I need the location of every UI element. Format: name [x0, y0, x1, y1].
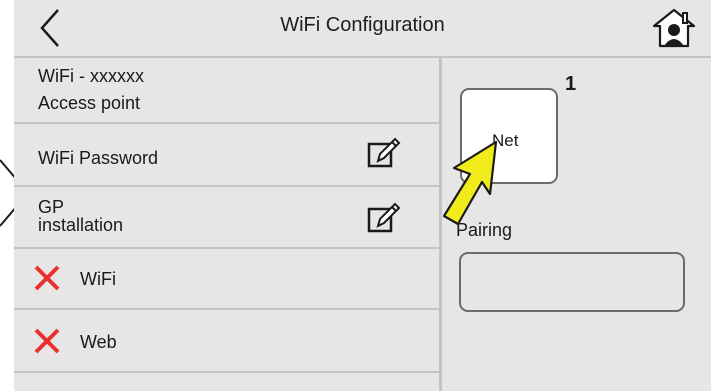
annotation-arrow-icon	[442, 140, 498, 226]
net-count-badge: 1	[565, 73, 577, 95]
access-point-label: Access point	[38, 93, 141, 113]
device-screen: WiFi Configuration WiFi - xxxxxx Access …	[14, 0, 711, 391]
settings-menu: WiFi - xxxxxx Access point WiFi Password…	[14, 58, 442, 391]
wifi-label: WiFi	[80, 269, 116, 289]
gp-installation-line2: installation	[38, 215, 124, 235]
home-icon	[652, 8, 696, 48]
pairing-field[interactable]	[459, 252, 685, 312]
gp-installation-line1: GP	[38, 197, 65, 217]
edit-icon[interactable]	[366, 199, 402, 235]
home-button[interactable]	[652, 8, 696, 48]
page-title: WiFi Configuration	[280, 14, 445, 36]
access-point-name: WiFi - xxxxxx	[38, 66, 144, 86]
menu-item-web[interactable]: Web	[14, 310, 439, 373]
menu-item-access-point[interactable]: WiFi - xxxxxx Access point	[14, 58, 439, 124]
edit-icon[interactable]	[366, 134, 402, 170]
wifi-password-label: WiFi Password	[38, 148, 159, 168]
web-label: Web	[80, 332, 117, 352]
menu-item-wifi-password[interactable]: WiFi Password	[14, 124, 439, 187]
menu-item-gp-installation[interactable]: GP installation	[14, 187, 439, 249]
menu-item-wifi[interactable]: WiFi	[14, 249, 439, 310]
red-x-icon	[34, 265, 60, 291]
header-bar: WiFi Configuration	[14, 0, 711, 58]
red-x-icon	[34, 328, 60, 354]
